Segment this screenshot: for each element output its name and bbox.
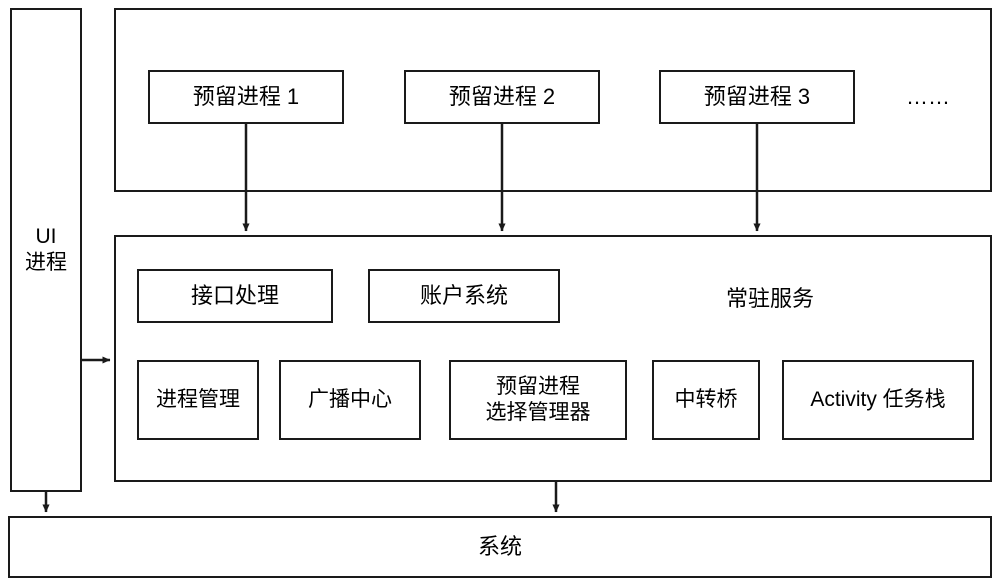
reserved-process-1-label: 预留进程 1 (192, 84, 300, 110)
broadcast-center-box[interactable]: 广播中心 (279, 360, 421, 440)
reserved-process-3-box[interactable]: 预留进程 3 (659, 70, 855, 124)
account-system-label: 账户系统 (419, 283, 508, 309)
process-management-label: 进程管理 (156, 387, 240, 411)
resident-service-title: 常驻服务 (620, 277, 920, 321)
resident-service-title-label: 常驻服务 (725, 286, 814, 312)
account-system-box[interactable]: 账户系统 (368, 269, 560, 323)
reserved-process-1-box[interactable]: 预留进程 1 (148, 70, 344, 124)
system-label: 系统 (477, 534, 522, 560)
activity-task-stack-box[interactable]: Activity 任务栈 (782, 360, 974, 440)
reserved-process-selection-manager-label: 预留进程 选择管理器 (485, 374, 591, 424)
diagram-canvas: UI 进程 预留进程 1 预留进程 2 预留进程 3 …… 常驻服务 接口处理 … (0, 0, 1000, 585)
ellipsis-label: …… (906, 84, 950, 110)
activity-task-stack-label: Activity 任务栈 (810, 387, 946, 411)
interface-handling-label: 接口处理 (190, 283, 279, 309)
ui-process-label: UI 进程 (25, 224, 67, 274)
reserved-process-3-label: 预留进程 3 (703, 84, 811, 110)
transit-bridge-label: 中转桥 (674, 387, 738, 411)
interface-handling-box[interactable]: 接口处理 (137, 269, 333, 323)
reserved-process-selection-manager-box[interactable]: 预留进程 选择管理器 (449, 360, 627, 440)
system-box[interactable]: 系统 (8, 516, 992, 578)
ui-process-box[interactable]: UI 进程 (10, 8, 82, 492)
reserved-process-2-box[interactable]: 预留进程 2 (404, 70, 600, 124)
process-management-box[interactable]: 进程管理 (137, 360, 259, 440)
broadcast-center-label: 广播中心 (308, 387, 392, 411)
transit-bridge-box[interactable]: 中转桥 (652, 360, 760, 440)
reserved-processes-ellipsis: …… (888, 76, 968, 118)
reserved-process-2-label: 预留进程 2 (448, 84, 556, 110)
